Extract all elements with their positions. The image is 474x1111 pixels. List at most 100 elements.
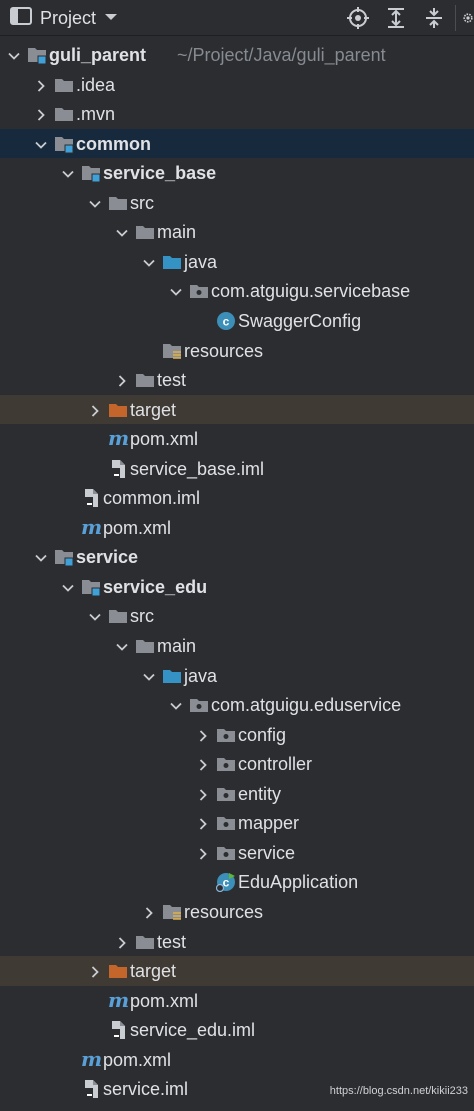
chevron-down-icon[interactable]: [170, 699, 182, 711]
tree-row[interactable]: m pom.xml: [0, 424, 474, 454]
chevron-right-icon[interactable]: [197, 788, 209, 801]
tree-row[interactable]: entity: [0, 779, 474, 809]
tree-row[interactable]: m pom.xml: [0, 513, 474, 543]
tree-row[interactable]: target: [0, 394, 474, 425]
chevron-right-icon[interactable]: [197, 758, 209, 771]
package-icon: [216, 843, 236, 863]
tree-row[interactable]: service_edu.iml: [0, 1015, 474, 1045]
tree-row[interactable]: m pom.xml: [0, 1045, 474, 1075]
svg-text:m: m: [81, 518, 102, 538]
tree-row[interactable]: com.atguigu.servicebase: [0, 276, 474, 306]
tree-row[interactable]: common: [0, 128, 474, 159]
chevron-down-icon[interactable]: [35, 551, 47, 563]
tree-row[interactable]: service_base.iml: [0, 454, 474, 484]
tree-row[interactable]: .idea: [0, 70, 474, 100]
chevron-down-icon[interactable]: [143, 256, 155, 268]
tree-row[interactable]: c EduApplication: [0, 867, 474, 897]
tree-row[interactable]: service: [0, 838, 474, 868]
chevron-right-icon[interactable]: [197, 817, 209, 830]
chevron-down-icon[interactable]: [8, 49, 20, 61]
tree-item-label: test: [157, 931, 187, 952]
chevron-right-icon[interactable]: [35, 108, 47, 121]
tree-row[interactable]: guli_parent ~/Project/Java/guli_parent: [0, 40, 474, 70]
excluded-folder-icon: [108, 400, 128, 420]
tree-item-label: src: [130, 606, 154, 627]
toolbar-divider: [455, 5, 456, 31]
tree-row[interactable]: java: [0, 247, 474, 277]
chevron-right-icon[interactable]: [89, 965, 101, 978]
tree-item-path: ~/Project/Java/guli_parent: [177, 45, 386, 65]
tree-row[interactable]: mapper: [0, 808, 474, 838]
tree-item-label: mapper: [238, 813, 300, 834]
chevron-right-icon[interactable]: [35, 79, 47, 92]
svg-text:c: c: [223, 314, 230, 328]
chevron-right-icon[interactable]: [143, 906, 155, 919]
tree-item-label: com.atguigu.eduservice: [211, 695, 402, 716]
folder-icon: [54, 75, 74, 95]
tree-row[interactable]: .mvn: [0, 99, 474, 129]
chevron-down-icon[interactable]: [143, 670, 155, 682]
tree-row[interactable]: config: [0, 720, 474, 750]
chevron-down-icon[interactable]: [170, 285, 182, 297]
tree-row[interactable]: src: [0, 601, 474, 631]
tree-row[interactable]: main: [0, 631, 474, 661]
tree-item-label: pom.xml: [103, 517, 172, 538]
tree-row[interactable]: resources: [0, 336, 474, 366]
tree-row[interactable]: java: [0, 661, 474, 691]
svg-text:m: m: [108, 429, 129, 449]
chevron-right-icon[interactable]: [89, 404, 101, 417]
chevron-down-icon[interactable]: [62, 167, 74, 179]
tree-row[interactable]: test: [0, 365, 474, 395]
tree-row[interactable]: resources: [0, 897, 474, 927]
chevron-down-icon[interactable]: [104, 9, 118, 27]
resources-folder-icon: [162, 902, 182, 922]
tree-item-label: service_edu: [103, 576, 208, 597]
window-icon: [10, 6, 32, 30]
tree-row[interactable]: c SwaggerConfig: [0, 306, 474, 336]
tree-row[interactable]: com.atguigu.eduservice: [0, 690, 474, 720]
project-view-selector[interactable]: Project: [10, 6, 118, 30]
tree-row[interactable]: controller: [0, 749, 474, 779]
chevron-right-icon[interactable]: [116, 374, 128, 387]
collapse-all-icon[interactable]: [415, 4, 453, 32]
chevron-down-icon[interactable]: [35, 138, 47, 150]
package-icon: [216, 784, 236, 804]
settings-icon[interactable]: [462, 4, 474, 32]
tree-row[interactable]: service_edu: [0, 572, 474, 602]
chevron-right-icon[interactable]: [197, 847, 209, 860]
project-toolbar: Project: [0, 0, 474, 36]
tree-row[interactable]: test: [0, 927, 474, 957]
tree-item-label: java: [184, 665, 218, 686]
tree-item-label: SwaggerConfig: [238, 310, 362, 331]
chevron-down-icon[interactable]: [89, 610, 101, 622]
chevron-down-icon[interactable]: [116, 640, 128, 652]
tree-row[interactable]: service_base: [0, 158, 474, 188]
chevron-right-icon[interactable]: [197, 729, 209, 742]
svg-text:m: m: [108, 991, 129, 1011]
tree-item-label: target: [130, 961, 177, 982]
tree-row[interactable]: common.iml: [0, 483, 474, 513]
tree-row[interactable]: m pom.xml: [0, 986, 474, 1016]
expand-all-icon[interactable]: [377, 4, 415, 32]
locate-icon[interactable]: [339, 4, 377, 32]
tree-item-label: service: [238, 842, 296, 863]
tree-row[interactable]: target: [0, 956, 474, 986]
tree-item-label: resources: [184, 901, 264, 922]
folder-icon: [54, 104, 74, 124]
tree-item-label: src: [130, 192, 154, 213]
tree-row[interactable]: src: [0, 188, 474, 218]
chevron-down-icon[interactable]: [116, 226, 128, 238]
tree-item-label: guli_parent: [49, 45, 147, 65]
chevron-down-icon[interactable]: [62, 581, 74, 593]
tree-item-label: common.iml: [103, 488, 201, 509]
chevron-down-icon[interactable]: [89, 197, 101, 209]
tree-row[interactable]: service: [0, 542, 474, 572]
tree-item-label: resources: [184, 340, 264, 361]
chevron-right-icon[interactable]: [116, 936, 128, 949]
package-icon: [189, 281, 209, 301]
spring-boot-class-icon: c: [215, 872, 236, 893]
tree-row[interactable]: main: [0, 217, 474, 247]
source-folder-icon: [162, 252, 182, 272]
tree-item-label: target: [130, 399, 177, 420]
tree-item-label: entity: [238, 783, 282, 804]
